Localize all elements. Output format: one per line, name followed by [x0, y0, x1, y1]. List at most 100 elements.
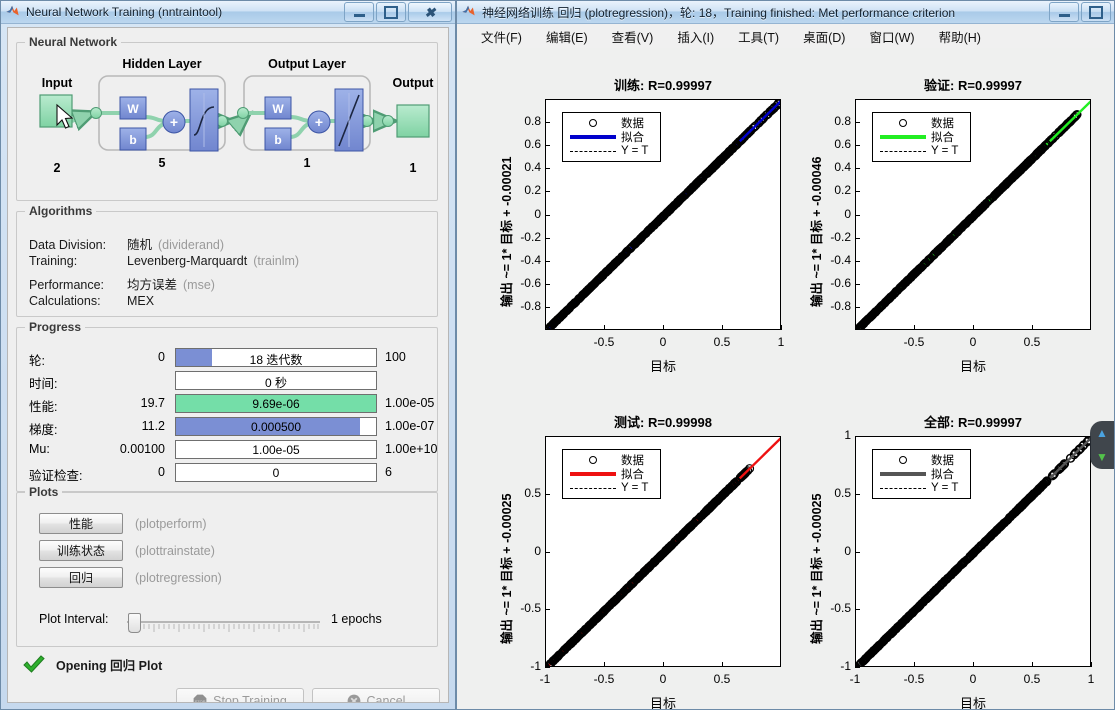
y-tick-mark [855, 436, 860, 437]
maximize-button[interactable] [376, 2, 406, 22]
svg-text:STOP: STOP [195, 699, 206, 704]
svg-text:Output Layer: Output Layer [268, 57, 346, 71]
menu-item-5[interactable]: 桌面(D) [791, 25, 857, 48]
progress-row-max: 1.00e-07 [385, 419, 435, 433]
minimize-button[interactable] [1049, 2, 1079, 22]
nntraintool-window: Neural Network Training (nntraintool) ✖ … [0, 0, 456, 710]
y-tick-label: 0.5 [834, 485, 851, 500]
x-tick-mark [973, 662, 974, 667]
progress-row-max: 100 [385, 350, 406, 364]
x-tick-label: 0.5 [1023, 672, 1041, 686]
menu-item-2[interactable]: 查看(V) [600, 25, 666, 48]
svg-text:5: 5 [159, 156, 166, 170]
scroll-down-arrow-icon[interactable]: ▼ [1096, 451, 1108, 463]
progress-bar: 18 迭代数 [175, 348, 377, 367]
performance-label: Performance: [29, 278, 105, 292]
algorithm-row: Calculations: MEX [29, 294, 154, 308]
y-tick-label: 0 [844, 543, 851, 558]
algorithms-group: Algorithms Data Division: 随机 (dividerand) … [16, 204, 438, 317]
neural-network-diagram: Hidden Layer Output Layer Input Output 2… [39, 57, 434, 175]
chart-title-all: 全部: R=0.99997 [924, 415, 1022, 430]
plotregression-window-buttons [1049, 2, 1111, 22]
training-fn: (trainlm) [253, 254, 300, 268]
x-tick-label: -1 [849, 672, 861, 686]
legend-all: 数据 拟合 Y = T [872, 449, 971, 499]
svg-text:W: W [127, 102, 139, 116]
figure-canvas: 训练: R=0.99997 数据 拟合 Y = T 输出 ~= 1* 目标 + -0.0… [457, 48, 1114, 709]
progress-row: 性能: 19.7 9.69e-06 1.00e-05 [17, 394, 437, 414]
y-tick-label: 1 [844, 428, 851, 442]
footer-buttons: STOP Stop Training Cancel [176, 688, 440, 704]
plotregression-title: 神经网络训练 回归 (plotregression)，轮: 18，Trainin… [482, 5, 956, 20]
legend-entry: 数据 [877, 453, 966, 467]
x-tick-label: 1 [1087, 672, 1095, 686]
menu-item-4[interactable]: 工具(T) [726, 25, 791, 48]
plot-trainstate-button[interactable]: 训练状态 [39, 540, 123, 561]
progress-group-title: Progress [25, 320, 86, 334]
progress-bar-value: 1.00e-05 [252, 443, 300, 457]
maximize-icon [384, 5, 398, 19]
y-tick-label: -1 [840, 659, 851, 673]
plots-group: Plots 性能 (plotperform) 训练状态 (plottrainst… [16, 485, 438, 647]
svg-text:1: 1 [304, 156, 311, 170]
subplot-all: 全部: R=0.99997 数据 拟合 Y = T 输出 ~= 1* 目标 + -0.0… [457, 48, 1114, 709]
progress-row-min: 0.00100 [119, 442, 165, 456]
menu-item-6[interactable]: 窗口(W) [857, 25, 926, 48]
svg-text:+: + [170, 114, 178, 130]
cancel-icon [347, 694, 360, 702]
training-value: Levenberg-Marquardt [127, 254, 248, 268]
performance-value: 均方误差 [127, 278, 178, 292]
progress-row-min: 19.7 [140, 396, 165, 410]
plots-group-title: Plots [25, 485, 63, 499]
plot-interval-slider-thumb[interactable] [128, 613, 141, 633]
scroll-up-arrow-icon[interactable]: ▲ [1096, 427, 1108, 439]
stop-sign-icon: STOP [193, 694, 207, 704]
svg-text:+: + [315, 114, 323, 130]
svg-text:Input: Input [42, 76, 73, 90]
nntraintool-client-area: Neural Network Hidden Layer Output Layer… [7, 27, 449, 703]
menu-item-1[interactable]: 编辑(E) [534, 25, 600, 48]
progress-row-max: 1.00e-05 [385, 396, 435, 410]
x-tick-mark [1032, 662, 1033, 667]
algorithms-group-title: Algorithms [25, 204, 97, 218]
plot-performance-button[interactable]: 性能 [39, 513, 123, 534]
plot-performance-fn: (plotperform) [135, 517, 207, 531]
plot-interval-slider-track[interactable] [127, 621, 320, 623]
y-tick-mark [855, 493, 860, 495]
scroll-nav-overlay[interactable]: ▲ ▼ [1090, 421, 1114, 469]
cancel-button[interactable]: Cancel [312, 688, 440, 702]
progress-bar: 0 [175, 463, 377, 482]
performance-fn: (mse) [183, 278, 215, 292]
svg-text:W: W [272, 102, 284, 116]
legend-entry: 拟合 [877, 467, 966, 481]
menu-item-3[interactable]: 插入(I) [665, 25, 726, 48]
progress-bar-value: 0 秒 [264, 376, 287, 390]
neural-network-group-title: Neural Network [25, 35, 122, 49]
plot-regression-button[interactable]: 回归 [39, 567, 123, 588]
y-tick-mark [855, 551, 860, 553]
menu-item-7[interactable]: 帮助(H) [927, 25, 993, 48]
data-division-value: 随机 [127, 238, 153, 252]
progress-row-label: 时间: [29, 377, 58, 391]
svg-text:1: 1 [410, 161, 417, 175]
x-tick-mark [1091, 662, 1092, 667]
progress-bar-value: 18 迭代数 [249, 353, 303, 367]
maximize-button[interactable] [1081, 2, 1111, 22]
close-button[interactable]: ✖ [408, 2, 452, 22]
stop-training-button[interactable]: STOP Stop Training [176, 688, 304, 704]
progress-row-min: 0 [158, 350, 165, 364]
legend-entry: Y = T [877, 481, 966, 495]
progress-bar: 1.00e-05 [175, 440, 377, 459]
progress-row-label: Mu: [29, 442, 50, 456]
nntraintool-titlebar[interactable]: Neural Network Training (nntraintool) ✖ [1, 1, 455, 24]
algorithm-row: Training: Levenberg-Marquardt (trainlm) [29, 254, 299, 268]
matlab-logo-icon [461, 4, 479, 20]
plotregression-titlebar[interactable]: 神经网络训练 回归 (plotregression)，轮: 18，Trainin… [457, 1, 1114, 24]
matlab-logo-icon [5, 4, 23, 20]
progress-bar-value: 0.000500 [250, 420, 302, 434]
menu-item-0[interactable]: 文件(F) [469, 25, 534, 48]
close-icon: ✖ [424, 4, 436, 20]
progress-bar-value: 9.69e-06 [252, 397, 300, 411]
plot-interval-label: Plot Interval: [39, 612, 109, 626]
minimize-button[interactable] [344, 2, 374, 22]
